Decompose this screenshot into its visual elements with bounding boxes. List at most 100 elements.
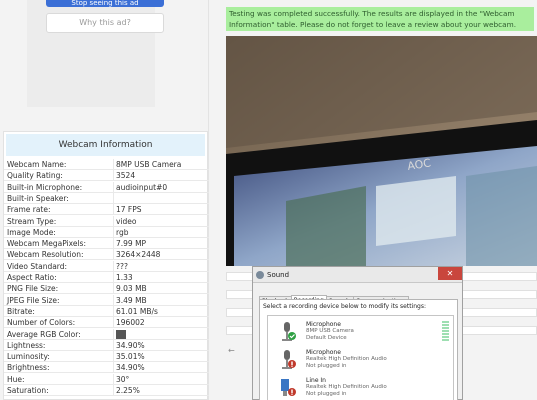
info-label: Lightness:	[7, 340, 46, 350]
info-row: Number of Colors: 196002	[4, 317, 209, 329]
level-meter	[442, 321, 449, 342]
info-value: audioinput#0	[116, 182, 168, 192]
info-value: 3264×2448	[116, 250, 161, 260]
info-value: 8MP USB Camera	[116, 160, 182, 169]
device-driver: 8MP USB Camera	[306, 328, 354, 334]
info-value: 196002	[116, 318, 145, 328]
info-label: Bitrate:	[7, 306, 35, 316]
info-value: video	[116, 216, 137, 226]
dialog-tabs: PlaybackRecordingSoundsCommunications	[259, 288, 410, 307]
webcam-preview: AOC	[226, 36, 537, 266]
info-row: Average RGB Color:	[4, 328, 209, 340]
info-label: Luminosity:	[7, 352, 50, 362]
cell-divider	[113, 317, 114, 329]
info-row: Hue: 30°	[4, 373, 209, 385]
cell-divider	[113, 305, 114, 317]
device-status: Not plugged in	[306, 363, 347, 369]
info-label: Brightness:	[7, 363, 50, 373]
page: Stop seeing this ad Why this ad? Webcam …	[0, 0, 537, 400]
average-color-swatch	[116, 329, 126, 339]
webcam-preview-image: AOC	[226, 36, 537, 266]
device-name: Microphone	[306, 349, 341, 356]
cell-divider	[113, 238, 114, 250]
info-label: Number of Colors:	[7, 318, 76, 328]
cell-divider	[113, 192, 114, 204]
device-status: Default Device	[306, 335, 347, 341]
info-row: Brightness: 34.90%	[4, 362, 209, 374]
info-value: 7.99 MP	[116, 239, 147, 249]
info-label: Webcam Resolution:	[7, 250, 84, 260]
info-row: Built-in Speaker:	[4, 192, 209, 204]
info-value: 34.90%	[116, 363, 145, 373]
close-button[interactable]: ✕	[438, 267, 462, 280]
scroll-left-arrow-icon[interactable]: ←	[228, 346, 235, 355]
info-row: Luminosity: 35.01%	[4, 351, 209, 363]
cell-divider	[113, 328, 114, 340]
device-driver: Realtek High Definition Audio	[306, 384, 387, 390]
device-item[interactable]: Line In Realtek High Definition Audio No…	[268, 374, 453, 400]
info-row: Webcam Name: 8MP USB Camera	[4, 159, 209, 170]
cell-divider	[113, 260, 114, 272]
info-row: JPEG File Size: 3.49 MB	[4, 294, 209, 306]
info-value: rgb	[116, 227, 129, 237]
cell-divider	[113, 215, 114, 227]
info-row: Bitrate: 61.01 MB/s	[4, 305, 209, 317]
info-row: Built-in Microphone: audioinput#0	[4, 181, 209, 193]
success-message: Testing was completed successfully. The …	[226, 7, 534, 31]
why-this-ad-button[interactable]: Why this ad?	[46, 13, 164, 33]
info-label: Webcam MegaPixels:	[7, 239, 86, 249]
info-label: Saturation:	[7, 386, 49, 395]
info-label: Hue:	[7, 374, 25, 384]
info-value: 61.01 MB/s	[116, 306, 158, 316]
webcam-info-title: Webcam Information	[6, 134, 205, 156]
device-name: Microphone	[306, 321, 341, 328]
info-row: Webcam Resolution: 3264×2448	[4, 249, 209, 261]
device-driver: Realtek High Definition Audio	[306, 356, 387, 362]
cell-divider	[113, 181, 114, 193]
stop-ad-button[interactable]: Stop seeing this ad	[46, 0, 164, 7]
sound-dialog: Sound ✕ PlaybackRecordingSoundsCommunica…	[252, 266, 463, 400]
info-value	[116, 329, 126, 340]
info-label: Built-in Speaker:	[7, 193, 69, 203]
device-name: Line In	[306, 377, 326, 384]
webcam-info-table: Webcam Information Webcam Name: 8MP USB C…	[3, 131, 209, 400]
info-row: Quality Rating: 3524	[4, 170, 209, 182]
cell-divider	[113, 339, 114, 351]
info-value: 1.33	[116, 273, 133, 282]
dialog-titlebar[interactable]: Sound ✕	[253, 267, 462, 283]
info-label: JPEG File Size:	[7, 295, 60, 305]
info-value: 2.25%	[116, 386, 140, 395]
info-row: Saturation: 2.25%	[4, 385, 209, 396]
info-value: 9.03 MB	[116, 284, 147, 294]
device-list: Microphone 8MP USB Camera Default Device	[267, 315, 454, 400]
info-label: Video Standard:	[7, 261, 68, 271]
info-row: Image Mode: rgb	[4, 226, 209, 238]
cell-divider	[113, 226, 114, 238]
info-label: Average RGB Color:	[7, 329, 81, 339]
microphone-icon	[282, 322, 296, 341]
recording-panel: Select a recording device below to modif…	[259, 299, 458, 400]
info-label: Image Mode:	[7, 227, 56, 237]
info-row: Stream Type: video	[4, 215, 209, 227]
device-item[interactable]: Microphone Realtek High Definition Audio…	[268, 346, 453, 372]
device-status: Not plugged in	[306, 391, 347, 397]
info-row: Lightness: 34.90%	[4, 339, 209, 351]
cell-divider	[113, 249, 114, 261]
info-row: Video Standard:???	[4, 260, 209, 272]
info-value: 17 FPS	[116, 205, 142, 215]
info-label: Quality Rating:	[7, 171, 63, 181]
cell-divider	[113, 362, 114, 374]
info-value: 3524	[116, 171, 136, 181]
cell-divider	[113, 170, 114, 182]
info-label: Webcam Name:	[7, 160, 67, 169]
device-item[interactable]: Microphone 8MP USB Camera Default Device	[268, 318, 453, 344]
speaker-icon	[256, 271, 264, 279]
cell-divider	[113, 351, 114, 363]
cell-divider	[113, 204, 114, 216]
line-in-icon	[281, 379, 296, 396]
dialog-title: Sound	[267, 271, 290, 279]
info-value: 3.49 MB	[116, 295, 147, 305]
info-row: PNG File Size: 9.03 MB	[4, 283, 209, 295]
cell-divider	[113, 283, 114, 295]
info-value: 34.90%	[116, 340, 145, 350]
